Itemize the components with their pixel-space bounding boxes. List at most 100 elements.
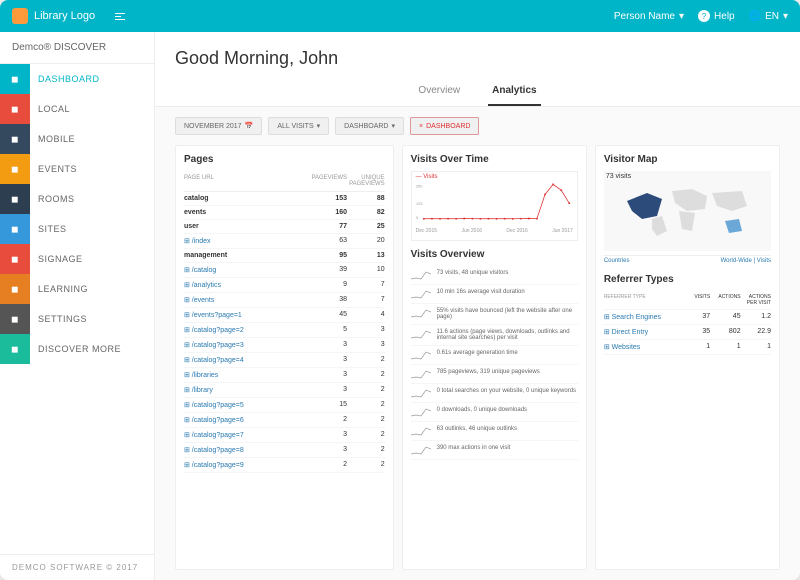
sidebar-item-learning[interactable]: ◼LEARNING — [0, 274, 154, 304]
sidebar-item-rooms[interactable]: ◼ROOMS — [0, 184, 154, 214]
sidebar-item-discover-more[interactable]: ◼DISCOVER MORE — [0, 334, 154, 364]
logo[interactable]: Library Logo — [12, 8, 95, 24]
language-menu[interactable]: 🌐EN▾ — [749, 11, 788, 22]
table-row[interactable]: ⊞ /catalog?page=922 — [184, 458, 385, 473]
sparkline-icon — [411, 407, 431, 417]
visits-panel: Visits Over Time — Visits 250 125 0 Dec … — [402, 145, 587, 570]
logo-icon — [12, 8, 28, 24]
overview-item: 73 visits, 48 unique visitors — [411, 266, 578, 285]
table-row[interactable]: ⊞ /analytics97 — [184, 278, 385, 293]
nav-icon: ◼ — [0, 64, 30, 94]
svg-text:250: 250 — [416, 184, 423, 189]
calendar-icon: 📅 — [245, 122, 254, 130]
help-icon: ? — [698, 10, 710, 22]
overview-item: 0.61s average generation time — [411, 346, 578, 365]
nav-icon: ◼ — [0, 94, 30, 124]
sidebar-item-label: DISCOVER MORE — [30, 344, 121, 354]
sidebar-item-dashboard[interactable]: ◼DASHBOARD — [0, 64, 154, 94]
filter-date[interactable]: NOVEMBER 2017 📅 — [175, 117, 262, 135]
overview-item: 785 pageviews, 319 unique pageviews — [411, 365, 578, 384]
nav-icon: ◼ — [0, 334, 30, 364]
sparkline-icon — [411, 289, 431, 299]
chevron-down-icon: ▾ — [317, 122, 321, 130]
overview-item: 55% visits have bounced (left the websit… — [411, 304, 578, 325]
tabs: Overview Analytics — [155, 77, 800, 107]
table-row[interactable]: ⊞ /index6320 — [184, 234, 385, 249]
visits-over-time-title: Visits Over Time — [411, 154, 578, 165]
filter-visits[interactable]: ALL VISITS ▾ — [268, 117, 329, 135]
menu-toggle-icon[interactable] — [115, 13, 614, 20]
sidebar-item-events[interactable]: ◼EVENTS — [0, 154, 154, 184]
page-title: Good Morning, John — [155, 32, 800, 77]
footer: DEMCO SOFTWARE © 2017 — [0, 554, 154, 580]
nav-icon: ◼ — [0, 184, 30, 214]
world-map[interactable]: 73 visits — [604, 171, 771, 251]
filter-remove-dashboard[interactable]: × DASHBOARD — [410, 117, 479, 135]
sidebar-item-label: DASHBOARD — [30, 74, 100, 84]
tab-analytics[interactable]: Analytics — [488, 77, 540, 106]
sidebar-item-label: ROOMS — [30, 194, 75, 204]
table-row[interactable]: ⊞ Websites111 — [604, 340, 771, 355]
table-row[interactable]: ⊞ /catalog?page=732 — [184, 428, 385, 443]
sparkline-icon — [411, 270, 431, 280]
table-row[interactable]: catalog15388 — [184, 192, 385, 206]
table-row[interactable]: ⊞ /catalog?page=333 — [184, 338, 385, 353]
pages-panel: Pages PAGE URLPAGEVIEWSUNIQUE PAGEVIEWS … — [175, 145, 394, 570]
help-button[interactable]: ?Help — [698, 10, 735, 22]
tab-overview[interactable]: Overview — [414, 77, 464, 106]
table-row[interactable]: ⊞ /catalog?page=432 — [184, 353, 385, 368]
topbar: Library Logo Person Name▾ ?Help 🌐EN▾ — [0, 0, 800, 32]
table-row[interactable]: management9513 — [184, 249, 385, 263]
table-row[interactable]: ⊞ /catalog?page=832 — [184, 443, 385, 458]
table-row[interactable]: ⊞ /libraries32 — [184, 368, 385, 383]
visits-overview-title: Visits Overview — [411, 249, 578, 260]
nav-icon: ◼ — [0, 304, 30, 334]
map-panel: Visitor Map 73 visits Count — [595, 145, 780, 570]
person-menu[interactable]: Person Name▾ — [614, 11, 684, 22]
table-row[interactable]: ⊞ /catalog?page=5152 — [184, 398, 385, 413]
sidebar-item-signage[interactable]: ◼SIGNAGE — [0, 244, 154, 274]
table-row[interactable]: ⊞ /events?page=1454 — [184, 308, 385, 323]
sidebar-item-label: LEARNING — [30, 284, 88, 294]
chevron-down-icon: ▾ — [679, 11, 684, 22]
sidebar-item-label: SIGNAGE — [30, 254, 83, 264]
nav-icon: ◼ — [0, 124, 30, 154]
sparkline-icon — [411, 350, 431, 360]
sidebar-item-local[interactable]: ◼LOCAL — [0, 94, 154, 124]
overview-item: 63 outlinks, 46 unique outlinks — [411, 422, 578, 441]
sidebar-item-label: EVENTS — [30, 164, 77, 174]
nav-icon: ◼ — [0, 214, 30, 244]
map-icon — [617, 181, 757, 241]
table-row[interactable]: ⊞ Search Engines37451.2 — [604, 310, 771, 325]
sidebar-item-sites[interactable]: ◼SITES — [0, 214, 154, 244]
sidebar: Demco® DISCOVER ◼DASHBOARD◼LOCAL◼MOBILE◼… — [0, 32, 155, 580]
sidebar-item-label: SITES — [30, 224, 67, 234]
sidebar-item-label: MOBILE — [30, 134, 75, 144]
sparkline-icon — [411, 369, 431, 379]
sidebar-item-mobile[interactable]: ◼MOBILE — [0, 124, 154, 154]
sidebar-item-label: SETTINGS — [30, 314, 87, 324]
table-row[interactable]: ⊞ /library32 — [184, 383, 385, 398]
table-row[interactable]: ⊞ /catalog?page=253 — [184, 323, 385, 338]
close-icon: × — [419, 123, 423, 130]
nav-icon: ◼ — [0, 274, 30, 304]
table-row[interactable]: ⊞ /events387 — [184, 293, 385, 308]
overview-item: 0 downloads, 0 unique downloads — [411, 403, 578, 422]
nav-icon: ◼ — [0, 244, 30, 274]
overview-item: 0 total searches on your website, 0 uniq… — [411, 384, 578, 403]
line-chart: 250 125 0 — [416, 176, 573, 226]
table-row[interactable]: ⊞ /catalog3910 — [184, 263, 385, 278]
visitor-map-title: Visitor Map — [604, 154, 771, 165]
visits-chart: — Visits 250 125 0 Dec 2015Jun 2016Dec 2… — [411, 171, 578, 241]
table-row[interactable]: user7725 — [184, 220, 385, 234]
sidebar-item-settings[interactable]: ◼SETTINGS — [0, 304, 154, 334]
svg-text:0: 0 — [416, 215, 419, 220]
chevron-down-icon: ▾ — [391, 122, 395, 130]
table-row[interactable]: events16082 — [184, 206, 385, 220]
table-row[interactable]: ⊞ /catalog?page=622 — [184, 413, 385, 428]
table-row[interactable]: ⊞ Direct Entry3580222.9 — [604, 325, 771, 340]
filter-dashboard[interactable]: DASHBOARD ▾ — [335, 117, 404, 135]
referrer-title: Referrer Types — [604, 274, 771, 285]
svg-text:125: 125 — [416, 201, 423, 206]
logo-text: Library Logo — [34, 10, 95, 22]
